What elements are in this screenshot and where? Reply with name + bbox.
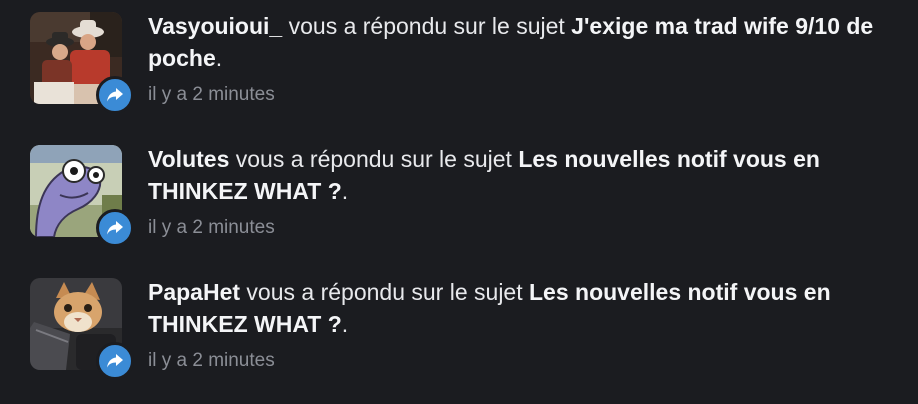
notification-text: PapaHet vous a répondu sur le sujet Les …	[148, 276, 908, 340]
reply-badge	[96, 209, 134, 247]
notification-item[interactable]: Vasyouioui_ vous a répondu sur le sujet …	[0, 0, 918, 132]
reply-arrow-icon	[107, 88, 123, 102]
notification-time: il y a 2 minutes	[148, 350, 275, 371]
notification-time: il y a 2 minutes	[148, 84, 275, 105]
notification-item[interactable]: Volutes vous a répondu sur le sujet Les …	[0, 133, 918, 265]
notification-text: Volutes vous a répondu sur le sujet Les …	[148, 143, 908, 207]
notification-user[interactable]: Volutes	[148, 146, 229, 172]
reply-badge	[96, 342, 134, 380]
notification-action: vous a répondu sur le sujet	[240, 279, 529, 305]
notification-punctuation: .	[341, 311, 349, 337]
reply-arrow-icon	[107, 221, 123, 235]
notification-action: vous a répondu sur le sujet	[282, 13, 572, 39]
notification-user[interactable]: PapaHet	[148, 279, 240, 305]
reply-badge	[96, 76, 134, 114]
notification-time: il y a 2 minutes	[148, 217, 275, 238]
avatar-wrapper	[30, 278, 134, 380]
notification-list: Vasyouioui_ vous a répondu sur le sujet …	[0, 0, 918, 404]
reply-arrow-icon	[107, 354, 123, 368]
avatar-wrapper	[30, 12, 134, 114]
notification-text: Vasyouioui_ vous a répondu sur le sujet …	[148, 10, 908, 74]
notification-action: vous a répondu sur le sujet	[229, 146, 519, 172]
notification-punctuation: .	[341, 178, 349, 204]
avatar-wrapper	[30, 145, 134, 247]
notification-user[interactable]: Vasyouioui_	[148, 13, 282, 39]
notification-punctuation: .	[215, 45, 223, 71]
notification-item[interactable]: PapaHet vous a répondu sur le sujet Les …	[0, 266, 918, 398]
